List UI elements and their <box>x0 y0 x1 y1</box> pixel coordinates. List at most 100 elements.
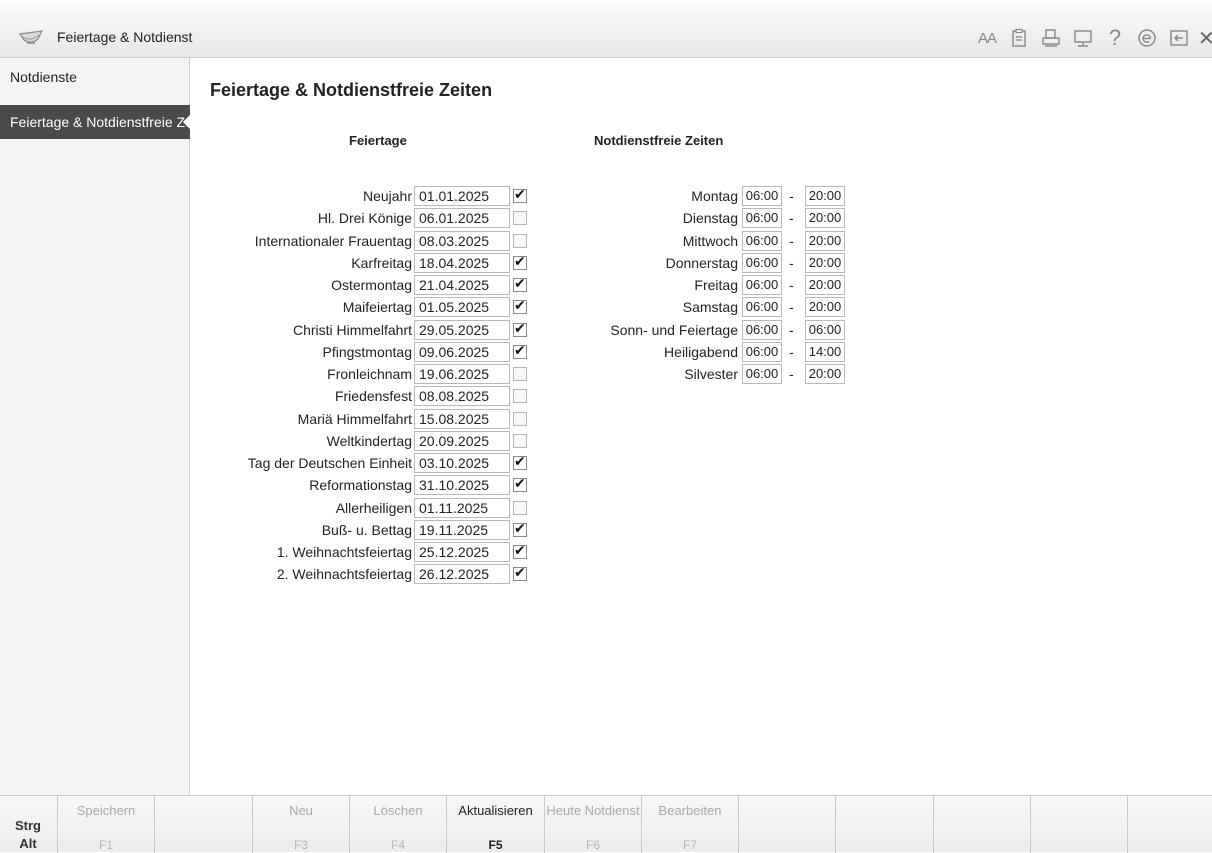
holiday-checkbox[interactable] <box>513 453 527 470</box>
offhours-to-field[interactable]: 20:00 <box>805 186 845 206</box>
offhours-to-field[interactable]: 20:00 <box>805 253 845 273</box>
fkey-empty[interactable] <box>934 796 1031 853</box>
help-icon[interactable]: ? <box>1104 25 1126 50</box>
clipboard-icon[interactable] <box>1008 27 1030 49</box>
holiday-date-field[interactable]: 20.09.2025 <box>414 431 510 451</box>
holiday-date-field[interactable]: 01.11.2025 <box>414 498 510 518</box>
sidebar-item-notdienste[interactable]: Notdienste <box>0 60 190 94</box>
offhours-to-field[interactable]: 20:00 <box>805 208 845 228</box>
fkey-empty[interactable] <box>1031 796 1128 853</box>
holiday-date-field[interactable]: 03.10.2025 <box>414 453 510 473</box>
holiday-checkbox[interactable] <box>513 501 527 515</box>
fkey-empty[interactable] <box>1128 796 1212 853</box>
offhours-from-field[interactable]: 06:00 <box>742 320 782 340</box>
offhours-from-field[interactable]: 06:00 <box>742 275 782 295</box>
holiday-date-field[interactable]: 25.12.2025 <box>414 542 510 562</box>
holiday-checkbox[interactable] <box>513 412 527 426</box>
fkey-neu[interactable]: Neu F3 <box>253 796 350 853</box>
holiday-date-field[interactable]: 19.06.2025 <box>414 364 510 384</box>
fkey-löschen[interactable]: Löschen F4 <box>350 796 447 853</box>
holiday-checkbox[interactable] <box>513 297 527 314</box>
holiday-checkbox[interactable] <box>513 253 527 270</box>
holiday-checkbox[interactable] <box>513 234 527 248</box>
monitor-icon[interactable] <box>1072 27 1094 49</box>
holiday-name: Fronleichnam <box>327 366 412 382</box>
holiday-checkbox[interactable] <box>513 211 527 225</box>
fkey-label: Löschen <box>373 803 423 818</box>
holiday-date-field[interactable]: 19.11.2025 <box>414 520 510 540</box>
holiday-checkbox[interactable] <box>513 542 527 559</box>
holiday-row: Tag der Deutschen Einheit <box>170 452 412 474</box>
holiday-date-field[interactable]: 06.01.2025 <box>414 208 510 228</box>
holiday-name: Hl. Drei Könige <box>317 210 412 226</box>
holiday-name: Tag der Deutschen Einheit <box>247 455 412 471</box>
offhours-from-field[interactable]: 06:00 <box>742 364 782 384</box>
offhours-from-field[interactable]: 06:00 <box>742 297 782 317</box>
holiday-checkbox[interactable] <box>513 389 527 403</box>
holiday-name: Weltkindertag <box>326 433 412 449</box>
holiday-checkbox[interactable] <box>513 434 527 448</box>
fkey-label: Bearbeiten <box>658 803 722 818</box>
fkey-aktualisieren[interactable]: Aktualisieren F5 <box>447 796 545 853</box>
holiday-name: Friedensfest <box>334 388 412 404</box>
print-icon[interactable] <box>1040 27 1062 49</box>
fkey-heute-notdienst[interactable]: Heute Notdienst F6 <box>545 796 642 853</box>
offhours-from-field[interactable]: 06:00 <box>742 253 782 273</box>
offhours-from-field[interactable]: 06:00 <box>742 342 782 362</box>
holiday-row: Weltkindertag <box>170 430 412 452</box>
font-size-icon[interactable]: AA <box>976 27 998 49</box>
modifier-strg[interactable]: Strg <box>0 818 56 833</box>
holiday-date-field[interactable]: 18.04.2025 <box>414 253 510 273</box>
holiday-row: Reformationstag <box>170 474 412 496</box>
holiday-date-field[interactable]: 15.08.2025 <box>414 409 510 429</box>
holiday-checkbox[interactable] <box>513 275 527 292</box>
offhours-day-label: Donnerstag <box>665 255 738 271</box>
range-separator: - <box>789 366 794 382</box>
holiday-date-field[interactable]: 01.01.2025 <box>414 186 510 206</box>
holiday-checkbox[interactable] <box>513 475 527 492</box>
offhours-to-field[interactable]: 14:00 <box>805 342 845 362</box>
offhours-to-field[interactable]: 20:00 <box>805 297 845 317</box>
fkey-speichern[interactable]: Speichern F1 <box>58 796 155 853</box>
holiday-checkbox[interactable] <box>513 342 527 359</box>
e-icon[interactable] <box>1136 27 1158 49</box>
offhours-heading: Notdienstfreie Zeiten <box>594 133 724 148</box>
holiday-checkbox[interactable] <box>513 367 527 381</box>
pharmacy-mortar-icon <box>18 25 44 49</box>
holiday-date-field[interactable]: 29.05.2025 <box>414 320 510 340</box>
sidebar-item-feiertage[interactable]: Feiertage & Notdienstfreie Zeiten <box>0 105 190 139</box>
fkey-label: Heute Notdienst <box>546 803 640 818</box>
holiday-date-field[interactable]: 01.05.2025 <box>414 297 510 317</box>
window-title: Feiertage & Notdienst <box>57 29 193 45</box>
offhours-from-field[interactable]: 06:00 <box>742 231 782 251</box>
holiday-date-field[interactable]: 26.12.2025 <box>414 564 510 584</box>
close-icon[interactable]: ✕ <box>1198 27 1212 50</box>
holiday-row: Allerheiligen <box>170 497 412 519</box>
holiday-date-field[interactable]: 21.04.2025 <box>414 275 510 295</box>
holiday-name: Allerheiligen <box>335 500 412 516</box>
modifier-alt[interactable]: Alt <box>0 836 56 851</box>
holiday-checkbox[interactable] <box>513 320 527 337</box>
holiday-row: Neujahr <box>170 185 412 207</box>
holiday-checkbox[interactable] <box>513 186 527 203</box>
holiday-checkbox[interactable] <box>513 520 527 537</box>
holiday-name: Mariä Himmelfahrt <box>297 411 412 427</box>
title-bar: Feiertage & Notdienst AA ? ✕ <box>0 18 1212 58</box>
holiday-date-field[interactable]: 08.03.2025 <box>414 231 510 251</box>
offhours-to-field[interactable]: 06:00 <box>805 320 845 340</box>
offhours-to-field[interactable]: 20:00 <box>805 231 845 251</box>
holiday-date-field[interactable]: 31.10.2025 <box>414 475 510 495</box>
offhours-from-field[interactable]: 06:00 <box>742 186 782 206</box>
offhours-to-field[interactable]: 20:00 <box>805 364 845 384</box>
fkey-empty[interactable] <box>739 796 836 853</box>
holiday-date-field[interactable]: 08.08.2025 <box>414 386 510 406</box>
exit-icon[interactable] <box>1168 27 1190 49</box>
holiday-checkbox[interactable] <box>513 564 527 581</box>
fkey-empty[interactable] <box>836 796 934 853</box>
fkey-empty[interactable] <box>155 796 253 853</box>
offhours-from-field[interactable]: 06:00 <box>742 208 782 228</box>
offhours-to-field[interactable]: 20:00 <box>805 275 845 295</box>
holiday-date-field[interactable]: 09.06.2025 <box>414 342 510 362</box>
holiday-name: Christi Himmelfahrt <box>292 322 412 338</box>
fkey-bearbeiten[interactable]: Bearbeiten F7 <box>642 796 739 853</box>
